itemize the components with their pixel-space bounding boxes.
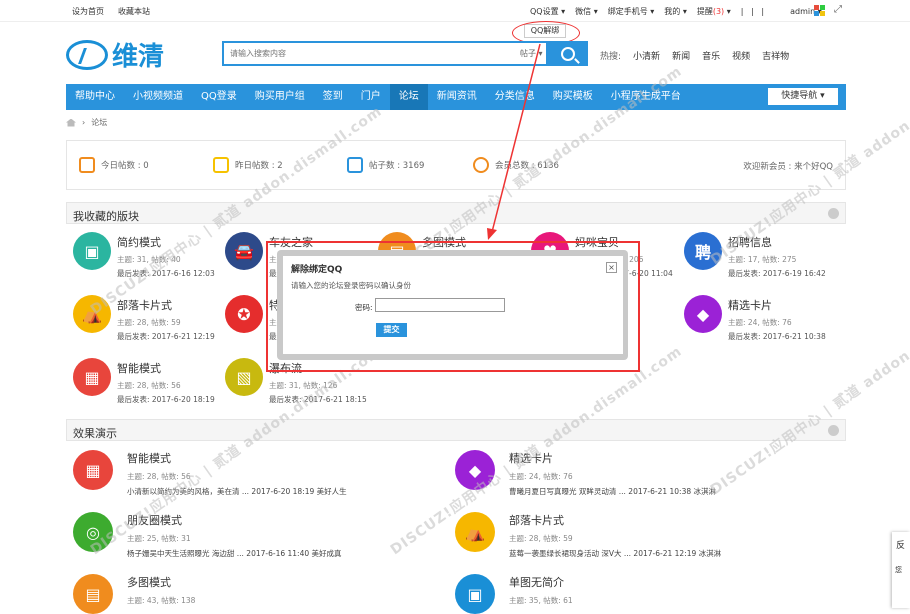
unbind-qq-dialog: 解除绑定QQ × 请输入您的论坛登录密码以确认身份 密码: 提交 [283, 256, 623, 354]
dialog-title: 解除绑定QQ [291, 265, 343, 275]
password-input[interactable] [375, 298, 505, 312]
feedback-widget[interactable]: 反 您 [892, 532, 910, 608]
feedback-text: 您 [895, 566, 902, 574]
password-label: 密码: [355, 303, 373, 312]
submit-button[interactable]: 提交 [376, 323, 407, 337]
close-icon[interactable]: × [606, 262, 617, 273]
dialog-description: 请输入您的论坛登录密码以确认身份 [291, 281, 411, 290]
feedback-title: 反 [896, 541, 906, 551]
